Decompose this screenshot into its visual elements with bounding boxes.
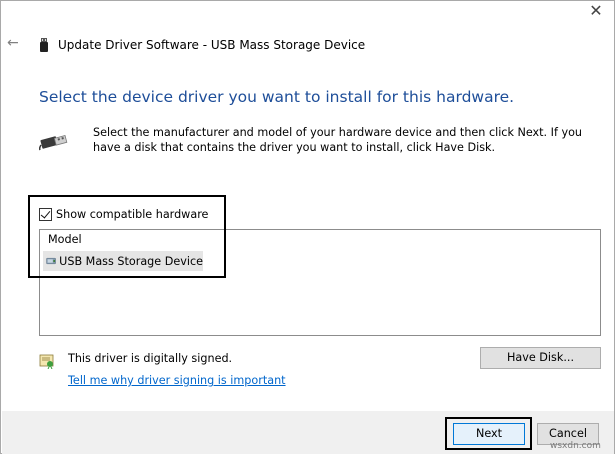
usb-device-icon (40, 38, 48, 52)
usb-plug-icon (39, 135, 68, 151)
watermark-text: wsxdn.com (550, 441, 601, 451)
back-arrow-icon[interactable]: ← (7, 35, 25, 51)
update-driver-dialog: ✕ ← Update Driver Software - USB Mass St… (0, 0, 615, 454)
page-heading: Select the device driver you want to ins… (39, 88, 515, 106)
have-disk-button[interactable]: Have Disk... (480, 347, 601, 369)
close-button[interactable]: ✕ (581, 1, 611, 23)
annotation-highlight-box (28, 195, 226, 278)
instruction-text: Select the manufacturer and model of you… (93, 126, 583, 154)
signed-driver-text: This driver is digitally signed. (68, 352, 233, 365)
signed-driver-icon (39, 354, 54, 369)
window-title: Update Driver Software - USB Mass Storag… (58, 38, 366, 52)
driver-signing-link[interactable]: Tell me why driver signing is important (68, 374, 286, 387)
annotation-next-outline (445, 417, 532, 450)
